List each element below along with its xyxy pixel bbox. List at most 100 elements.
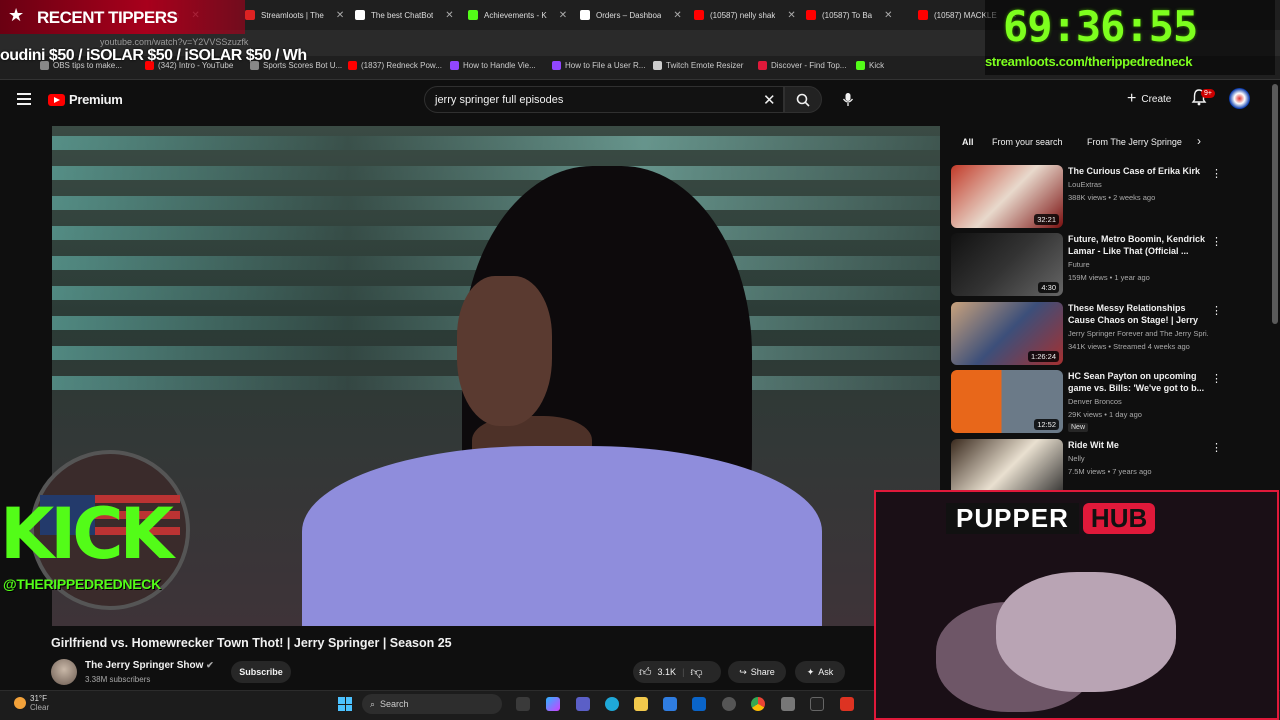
bookmark-item[interactable]: How to File a User R... [552, 61, 645, 70]
recommended-channel[interactable]: Nelly [1068, 454, 1208, 463]
recommended-title[interactable]: The Curious Case of Erika Kirk [1068, 165, 1206, 177]
app-icon[interactable] [781, 697, 795, 711]
recommended-title[interactable]: Ride Wit Me [1068, 439, 1206, 451]
voice-search-button[interactable] [836, 87, 860, 111]
recommended-title[interactable]: HC Sean Payton on upcoming game vs. Bill… [1068, 370, 1206, 394]
browser-tab[interactable]: Orders – Dashboa ✕ [580, 3, 685, 27]
app-icon[interactable] [722, 697, 736, 711]
address-url[interactable]: youtube.com/watch?v=Y2VVSSzuzfk [100, 37, 248, 47]
recommended-title[interactable]: Future, Metro Boomin, Kendrick Lamar - L… [1068, 233, 1206, 257]
edge-icon[interactable] [605, 697, 619, 711]
bookmark-label: Kick [869, 61, 885, 70]
close-tab-icon[interactable]: ✕ [884, 10, 892, 21]
video-thumbnail[interactable]: 4:30 [951, 233, 1063, 296]
webcam-overlay: PUPPER HUB [874, 490, 1279, 720]
search-icon [796, 93, 810, 107]
sparkle-icon: ✦ [806, 666, 815, 677]
task-view-icon[interactable] [516, 697, 530, 711]
more-options-icon[interactable]: ⋮ [1211, 441, 1222, 454]
obs-icon[interactable] [810, 697, 824, 711]
scrollbar[interactable] [1272, 84, 1278, 324]
more-options-icon[interactable]: ⋮ [1211, 372, 1222, 385]
recommended-channel[interactable]: Future [1068, 260, 1208, 269]
video-thumbnail[interactable]: 12:52 [951, 370, 1063, 433]
outlook-icon[interactable] [692, 697, 706, 711]
create-button[interactable]: + Create [1119, 88, 1179, 110]
bookmark-item[interactable]: Kick [856, 61, 884, 70]
notification-badge: 9+ [1201, 89, 1215, 98]
filter-chip[interactable]: From The Jerry Springe [1080, 133, 1189, 150]
browser-tab[interactable]: (10587) To Ba ✕ [806, 3, 911, 27]
video-thumbnail[interactable]: 1:26:24 [951, 302, 1063, 365]
app-icon[interactable] [840, 697, 854, 711]
search-icon: ⌕ [370, 698, 376, 709]
recommended-title[interactable]: These Messy Relationships Cause Chaos on… [1068, 302, 1206, 326]
more-options-icon[interactable]: ⋮ [1211, 235, 1222, 248]
search-button[interactable] [784, 86, 822, 113]
bookmark-item[interactable]: Discover - Find Top... [758, 61, 846, 70]
tab-favicon-icon [245, 10, 255, 20]
taskbar-search[interactable]: ⌕ Search [362, 694, 502, 714]
channel-name[interactable]: The Jerry Springer Show ✔ [85, 660, 214, 671]
store-icon[interactable] [663, 697, 677, 711]
video-thumbnail[interactable]: 32:21 [951, 165, 1063, 228]
tab-favicon-icon [918, 10, 928, 20]
weather-widget[interactable]: 31°F Clear [14, 694, 49, 712]
tab-title: Achievements - K [484, 10, 547, 20]
youtube-logo[interactable]: Premium [48, 92, 123, 107]
recommended-video[interactable]: 32:21 The Curious Case of Erika Kirk LouEx… [950, 165, 1222, 229]
thumbs-down-icon[interactable]: 👎︎ [690, 665, 702, 680]
windows-start-icon[interactable] [338, 697, 352, 711]
menu-icon[interactable] [17, 93, 31, 105]
recommended-video[interactable]: 12:52 HC Sean Payton on upcoming game vs.… [950, 370, 1222, 434]
browser-tab[interactable]: The best ChatBot ✕ [355, 3, 460, 27]
kick-handle: @THERIPPEDREDNECK [3, 576, 161, 592]
search-input[interactable]: jerry springer full episodes [424, 86, 784, 113]
browser-tab[interactable]: Achievements - K ✕ [468, 3, 573, 27]
close-tab-icon[interactable]: ✕ [559, 10, 567, 21]
bookmark-label: How to Handle Vie... [463, 61, 536, 70]
subscriber-count: 3.38M subscribers [85, 675, 151, 684]
thumbs-up-icon[interactable]: 👍︎ [639, 665, 652, 680]
new-badge: New [1068, 423, 1089, 432]
video-duration: 12:52 [1034, 419, 1059, 430]
teams-icon[interactable] [576, 697, 590, 711]
filter-chip[interactable]: From your search [985, 133, 1070, 150]
recommended-channel[interactable]: Denver Broncos [1068, 397, 1208, 406]
more-options-icon[interactable]: ⋮ [1211, 304, 1222, 317]
close-tab-icon[interactable]: ✕ [336, 10, 344, 21]
clear-search-icon[interactable]: ✕ [763, 91, 776, 109]
recommended-channel[interactable]: Jerry Springer Forever and The Jerry Spr… [1068, 329, 1208, 338]
recent-tippers-banner: ★ RECENT TIPPERS [0, 0, 245, 34]
like-dislike-group[interactable]: 👍︎ 3.1K | 👎︎ [633, 661, 721, 683]
tab-title: (10587) nelly shak [710, 10, 776, 20]
logo-text: Premium [69, 92, 123, 107]
copilot-icon[interactable] [546, 697, 560, 711]
bookmark-favicon-icon [450, 61, 459, 70]
browser-tab[interactable]: Streamloots | The ✕ [245, 3, 350, 27]
recommended-video[interactable]: 1:26:24 These Messy Relationships Cause C… [950, 302, 1222, 366]
chrome-icon[interactable] [751, 697, 765, 711]
close-tab-icon[interactable]: ✕ [787, 10, 795, 21]
tab-favicon-icon [694, 10, 704, 20]
tab-title: (10587) To Ba [822, 10, 873, 20]
recommended-channel[interactable]: LouExtras [1068, 180, 1208, 189]
filter-chip[interactable]: All [955, 133, 981, 150]
bookmark-label: How to File a User R... [565, 61, 646, 70]
account-avatar[interactable] [1229, 88, 1250, 109]
subscribe-button[interactable]: Subscribe [231, 661, 291, 683]
more-options-icon[interactable]: ⋮ [1211, 167, 1222, 180]
share-button[interactable]: ↪ Share [728, 661, 786, 683]
microphone-icon [842, 92, 854, 106]
file-explorer-icon[interactable] [634, 697, 648, 711]
close-tab-icon[interactable]: ✕ [445, 10, 453, 21]
bookmark-item[interactable]: Twitch Emote Resizer [653, 61, 743, 70]
close-tab-icon[interactable]: ✕ [673, 10, 681, 21]
youtube-play-icon [48, 93, 65, 106]
channel-avatar[interactable] [51, 659, 77, 685]
chevron-right-icon[interactable]: › [1197, 134, 1201, 148]
browser-tab[interactable]: (10587) nelly shak ✕ [694, 3, 799, 27]
ask-button[interactable]: ✦ Ask [795, 661, 845, 683]
bookmark-item[interactable]: How to Handle Vie... [450, 61, 536, 70]
recommended-video[interactable]: 4:30 Future, Metro Boomin, Kendrick Lamar… [950, 233, 1222, 297]
